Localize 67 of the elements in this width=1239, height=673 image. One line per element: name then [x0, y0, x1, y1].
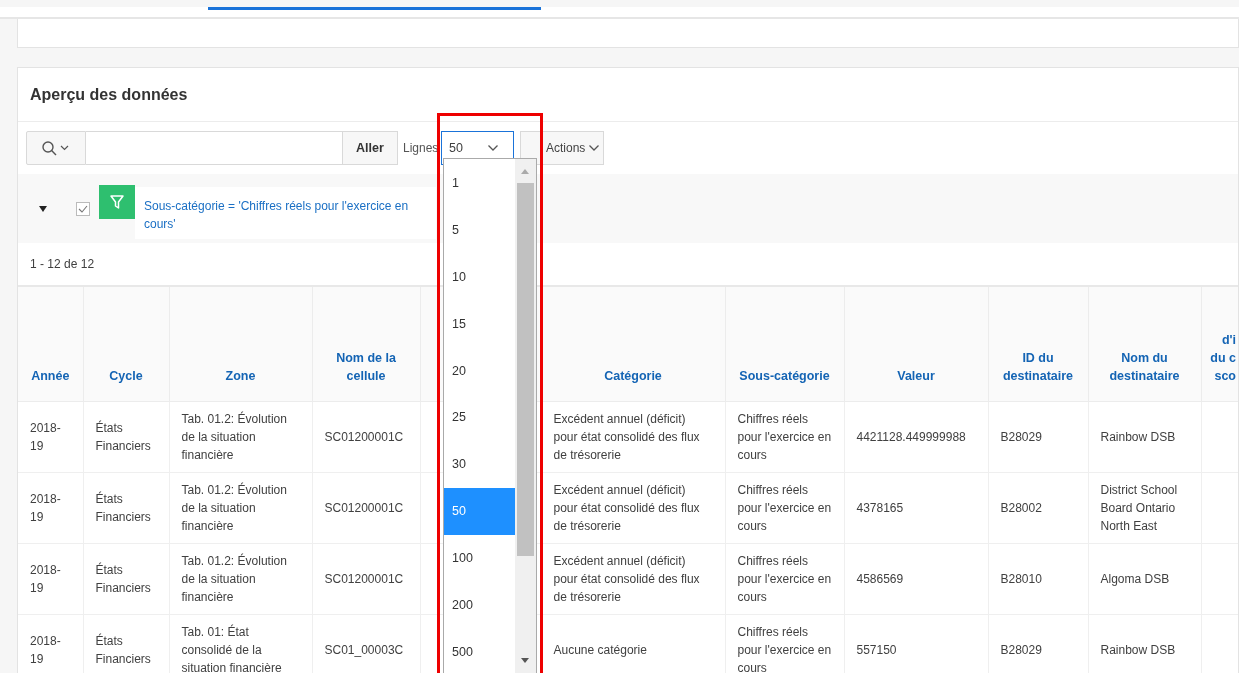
region-title: Aperçu des données: [30, 85, 188, 104]
table-cell: 2018-19: [30, 563, 61, 595]
table-cell: B28010: [1000, 572, 1042, 586]
table-cell: Tab. 01: État consolidé de la situation financière: [181, 625, 282, 673]
dropdown-option[interactable]: 30: [444, 441, 516, 489]
table-cell: 2018-19: [30, 492, 61, 524]
go-button[interactable]: Aller: [342, 131, 398, 165]
column-header[interactable]: Sous-catégorie: [731, 367, 838, 385]
table-cell: B28029: [1000, 643, 1042, 657]
table-cell: B28002: [1000, 501, 1042, 515]
table-cell: Excédent annuel (déficit) pour état consolidé des flux de trésorerie: [553, 483, 700, 533]
search-button[interactable]: [26, 131, 86, 165]
filter-checkbox[interactable]: [76, 201, 90, 216]
dropdown-option[interactable]: 20: [444, 347, 516, 395]
table-cell: Chiffres réels pour l'exercice en cours: [737, 483, 832, 533]
column-header[interactable]: Catégorie: [547, 367, 719, 385]
table-cell: Excédent annuel (déficit) pour état consolidé des flux de trésorerie: [553, 554, 700, 604]
table-cell: Chiffres réels pour l'exercice en cours: [737, 554, 832, 604]
table-cell: SC01_00003C: [324, 643, 404, 657]
table-cell: Chiffres réels pour l'exercice en cours: [737, 412, 832, 462]
chevron-down-icon: [487, 144, 499, 152]
filter-link[interactable]: Sous-catégorie = 'Chiffres réels pour l'exercice en cours': [135, 187, 436, 239]
scrollbar[interactable]: [515, 159, 536, 673]
dropdown-option[interactable]: 25: [444, 394, 516, 442]
dropdown-option[interactable]: 5: [444, 206, 516, 254]
table-cell: Rainbow DSB: [1100, 643, 1176, 657]
table-cell: Tab. 01.2: Évolution de la situation financière: [181, 412, 287, 462]
column-header[interactable]: Année: [24, 367, 77, 385]
table-cell: Excédent annuel (déficit) pour état consolidé des flux de trésorerie: [553, 412, 700, 462]
table-cell: 2018-19: [30, 421, 61, 453]
chevron-down-icon: [588, 144, 601, 152]
search-field[interactable]: [86, 131, 342, 165]
actions-button[interactable]: Actions: [520, 131, 604, 165]
table-cell: 557150: [856, 643, 897, 657]
column-header[interactable]: Zone: [175, 367, 306, 385]
table-cell: États Financiers: [95, 421, 151, 453]
search-icon: [41, 140, 71, 156]
table-cell: Tab. 01.2: Évolution de la situation financière: [181, 483, 287, 533]
table-cell: SC01200001C: [324, 430, 404, 444]
dropdown-option[interactable]: 15: [444, 300, 516, 348]
table-cell: États Financiers: [95, 634, 151, 666]
dropdown-option[interactable]: 100: [444, 535, 516, 582]
column-header[interactable]: Cycle: [89, 367, 163, 385]
column-header[interactable]: Valeur: [850, 367, 982, 385]
pagination-text: 1 - 12 de 12: [30, 257, 95, 271]
dropdown-option[interactable]: 10: [444, 253, 516, 301]
table-cell: District School Board Ontario North East: [1100, 483, 1178, 533]
table-cell: B28029: [1000, 430, 1042, 444]
rows-label: Lignes: [403, 141, 440, 155]
table-cell: Rainbow DSB: [1100, 430, 1176, 444]
table-cell: États Financiers: [95, 563, 151, 595]
table-cell: 4378165: [856, 501, 904, 515]
table-cell: SC01200001C: [324, 501, 404, 515]
dropdown-option[interactable]: 500: [444, 628, 516, 673]
table-cell: États Financiers: [95, 492, 151, 524]
table-cell: Tab. 01.2: Évolution de la situation financière: [181, 554, 287, 604]
table-cell: SC01200001C: [324, 572, 404, 586]
table-cell: 4421128.449999988: [856, 430, 966, 444]
scroll-down-icon[interactable]: [520, 658, 531, 664]
table-cell: Aucune catégorie: [553, 643, 647, 657]
table-cell: Algoma DSB: [1100, 572, 1170, 586]
table-cell: Chiffres réels pour l'exercice en cours: [737, 625, 832, 673]
dropdown-option[interactable]: 200: [444, 582, 516, 629]
table-cell: 2018-19: [30, 634, 61, 666]
table-cell: 4586569: [856, 572, 904, 586]
filter-icon[interactable]: [99, 184, 135, 219]
collapse-caret-icon[interactable]: [38, 204, 48, 213]
